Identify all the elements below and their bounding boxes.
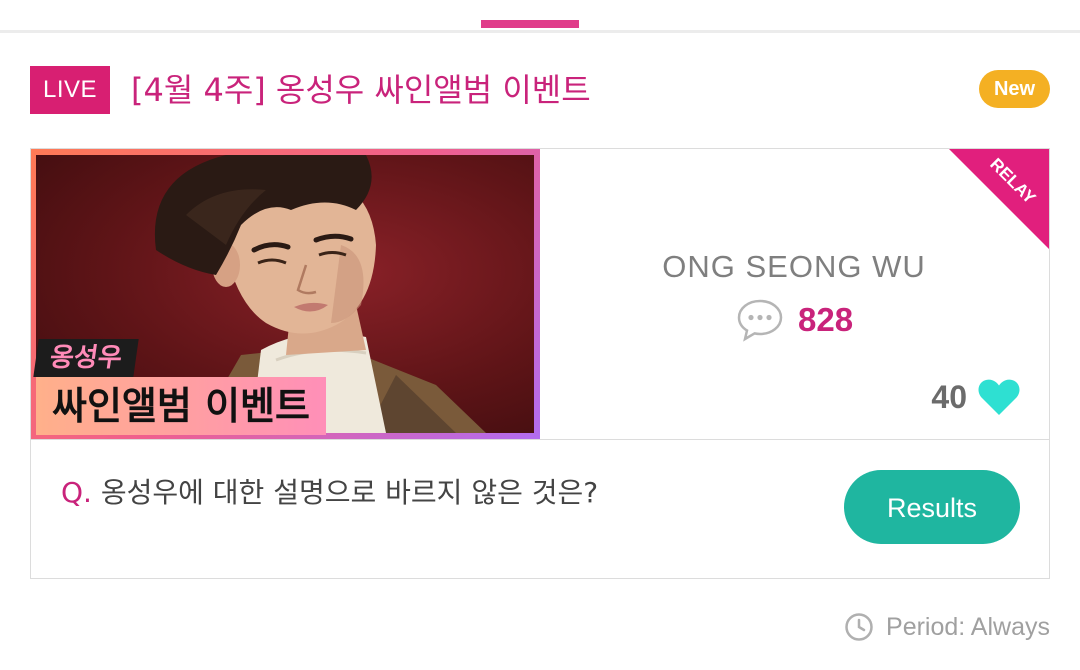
speech-bubble-icon <box>737 299 783 342</box>
question-prefix: Q. <box>61 476 92 509</box>
period-text: Period: Always <box>886 612 1050 641</box>
event-thumbnail[interactable]: 옹성우 싸인앨범 이벤트 <box>31 149 540 439</box>
quiz-question: Q. 옹성우에 대한 설명으로 바르지 않은 것은? <box>61 471 598 511</box>
clock-icon <box>845 613 873 641</box>
question-text: 옹성우에 대한 설명으로 바르지 않은 것은? <box>91 476 599 509</box>
thumbnail-event-tag: 싸인앨범 이벤트 <box>36 377 326 435</box>
thumbnail-name-tag: 옹성우 <box>33 339 139 377</box>
top-tab-bar <box>0 0 1080 33</box>
comment-count: 828 <box>798 301 854 338</box>
relay-ribbon: RELAY <box>949 149 1049 249</box>
like-count: 40 <box>931 378 967 415</box>
artist-name: ONG SEONG WU <box>662 249 926 284</box>
comment-stat[interactable]: 828 <box>736 297 853 343</box>
card-divider <box>31 439 1049 440</box>
results-button[interactable]: Results <box>844 470 1020 544</box>
new-badge: New <box>979 70 1050 108</box>
event-title[interactable]: [4월 4주] 옹성우 싸인앨범 이벤트 <box>131 66 591 114</box>
active-tab-indicator <box>481 20 579 28</box>
like-stat[interactable]: 40 <box>931 375 1021 419</box>
period-info: Period: Always <box>844 610 1050 644</box>
event-card[interactable]: 옹성우 싸인앨범 이벤트 RELAY ONG SEONG WU 828 40 Q… <box>30 148 1050 579</box>
heart-icon[interactable] <box>977 377 1021 417</box>
live-badge: LIVE <box>30 66 110 114</box>
